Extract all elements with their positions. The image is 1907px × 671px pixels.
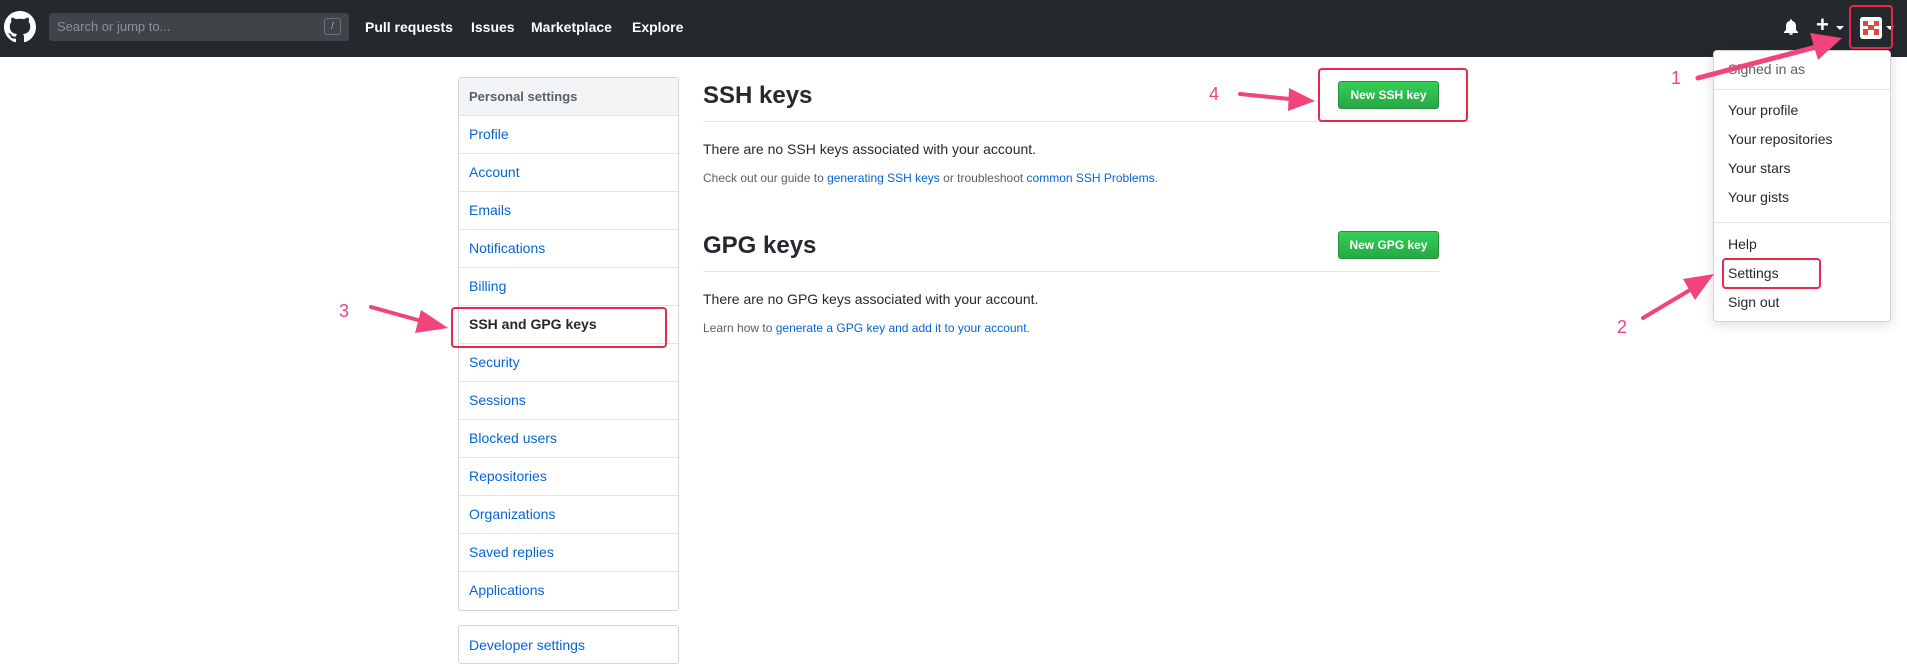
annotation-box-ssh-gpg (451, 307, 667, 348)
sidebar-item-security[interactable]: Security (459, 344, 678, 382)
menu-your-repositories[interactable]: Your repositories (1728, 131, 1833, 147)
github-settings-page: Search or jump to... / Pull requests Iss… (0, 0, 1907, 671)
sidebar-item-notifications[interactable]: Notifications (459, 230, 678, 268)
signed-in-as-label: Signed in as (1728, 61, 1806, 77)
nav-issues[interactable]: Issues (471, 19, 515, 35)
nav-explore[interactable]: Explore (632, 19, 683, 35)
ssh-empty-message: There are no SSH keys associated with yo… (703, 141, 1037, 157)
sidebar-item-developer-settings[interactable]: Developer settings (458, 625, 679, 664)
sidebar-item-repositories[interactable]: Repositories (459, 458, 678, 496)
sidebar-item-emails[interactable]: Emails (459, 192, 678, 230)
chevron-down-icon (1836, 26, 1844, 30)
generating-ssh-keys-link[interactable]: generating SSH keys (827, 171, 940, 185)
generate-gpg-key-link[interactable]: generate a GPG key and add it to your ac… (776, 321, 1027, 335)
create-new-plus-icon[interactable]: + (1816, 14, 1829, 36)
menu-your-gists[interactable]: Your gists (1728, 189, 1789, 205)
nav-pull-requests[interactable]: Pull requests (365, 19, 453, 35)
gpg-guide-suffix: . (1026, 321, 1030, 335)
gpg-guide-prefix: Learn how to (703, 321, 776, 335)
annotation-number-1: 1 (1671, 68, 1682, 88)
search-shortcut-key: / (324, 18, 341, 35)
arrow-icon-3 (369, 305, 448, 333)
sidebar-item-blocked-users[interactable]: Blocked users (459, 420, 678, 458)
ssh-guide-suffix: . (1154, 171, 1158, 185)
search-placeholder: Search or jump to... (57, 19, 171, 34)
menu-sign-out[interactable]: Sign out (1728, 294, 1779, 310)
dropdown-divider (1714, 222, 1890, 223)
github-logo-icon[interactable] (4, 11, 36, 43)
nav-marketplace[interactable]: Marketplace (531, 19, 612, 35)
gpg-keys-title: GPG keys (703, 232, 817, 259)
annotation-box-avatar (1849, 5, 1893, 49)
sidebar-item-profile[interactable]: Profile (459, 116, 678, 154)
sidebar-item-applications[interactable]: Applications (459, 572, 678, 610)
gpg-empty-message: There are no GPG keys associated with yo… (703, 291, 1039, 307)
annotation-number-4: 4 (1209, 84, 1220, 104)
sidebar-item-account[interactable]: Account (459, 154, 678, 192)
search-input[interactable]: Search or jump to... / (49, 13, 349, 41)
common-ssh-problems-link[interactable]: common SSH Problems (1027, 171, 1155, 185)
sidebar-item-sessions[interactable]: Sessions (459, 382, 678, 420)
menu-help[interactable]: Help (1728, 236, 1757, 252)
annotation-box-new-ssh-key (1318, 68, 1468, 122)
arrow-icon-2 (1641, 274, 1714, 320)
gpg-guide-note: Learn how to generate a GPG key and add … (703, 321, 1030, 335)
dropdown-divider (1714, 89, 1890, 90)
annotation-number-3: 3 (339, 301, 350, 321)
sidebar-heading: Personal settings (459, 78, 678, 116)
menu-your-profile[interactable]: Your profile (1728, 102, 1798, 118)
arrow-icon-4 (1238, 88, 1315, 111)
gpg-divider (703, 271, 1439, 272)
ssh-guide-prefix: Check out our guide to (703, 171, 828, 185)
top-navbar: Search or jump to... / Pull requests Iss… (0, 0, 1907, 57)
ssh-guide-middle: or troubleshoot (939, 171, 1027, 185)
annotation-box-settings (1722, 258, 1821, 289)
sidebar-item-billing[interactable]: Billing (459, 268, 678, 306)
sidebar-item-organizations[interactable]: Organizations (459, 496, 678, 534)
ssh-keys-title: SSH keys (703, 82, 813, 109)
ssh-guide-note: Check out our guide to generating SSH ke… (703, 171, 1158, 185)
sidebar-item-saved-replies[interactable]: Saved replies (459, 534, 678, 572)
annotation-number-2: 2 (1617, 317, 1628, 337)
new-gpg-key-button[interactable]: New GPG key (1338, 231, 1439, 259)
menu-your-stars[interactable]: Your stars (1728, 160, 1791, 176)
bell-icon[interactable] (1783, 19, 1799, 35)
